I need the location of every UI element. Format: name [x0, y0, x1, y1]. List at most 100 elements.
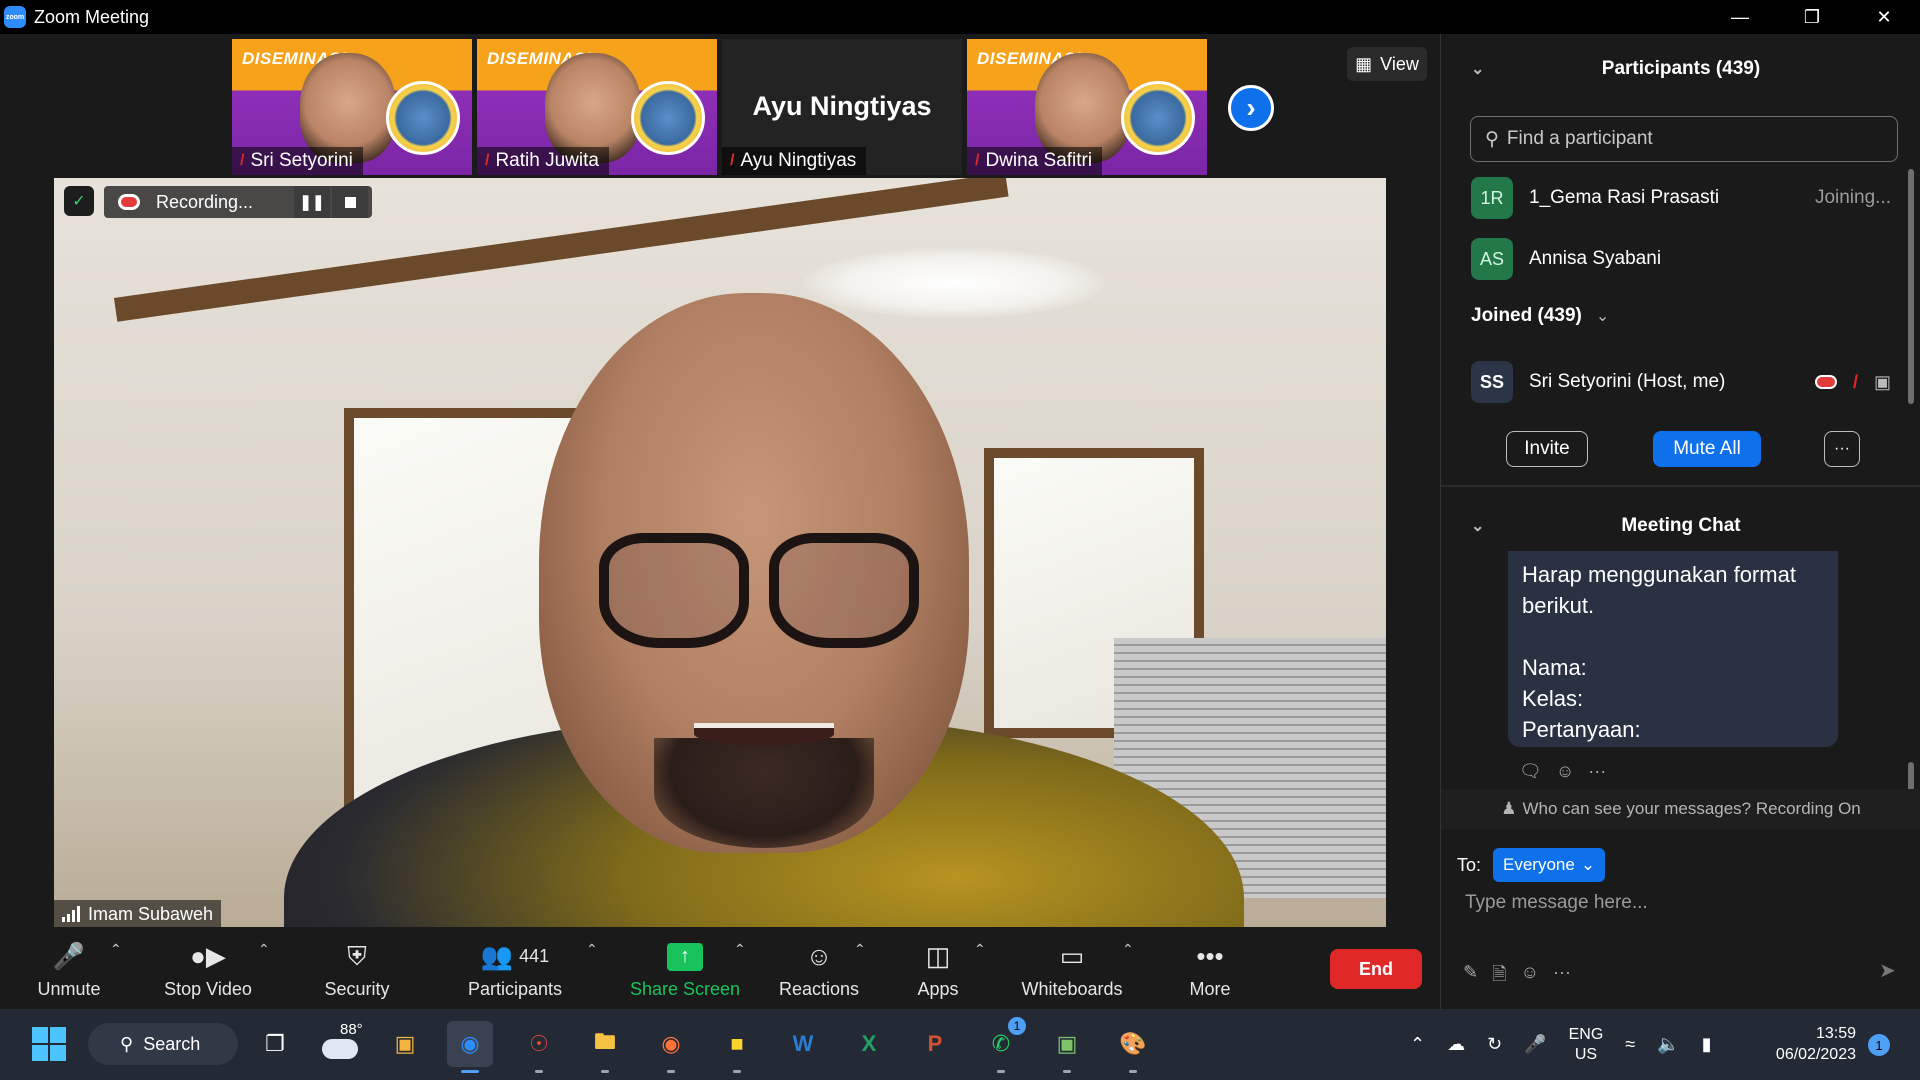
battery-icon[interactable]: ▮: [1702, 1034, 1712, 1055]
collapse-chevron-icon[interactable]: ⌄: [1471, 59, 1484, 79]
thumbnail-name: Dwina Safitri: [985, 150, 1093, 171]
file-icon[interactable]: 🗎: [1492, 962, 1506, 992]
participant-row[interactable]: AS Annisa Syabani: [1471, 234, 1891, 284]
send-icon[interactable]: ➤: [1879, 958, 1896, 983]
clock-time: 13:59: [1815, 1025, 1856, 1042]
search-icon: ⚲: [1485, 128, 1499, 150]
audio-options-caret-icon[interactable]: ⌃: [110, 941, 122, 958]
security-button[interactable]: ⛨ Security: [318, 927, 396, 1009]
clock-date: 06/02/2023: [1775, 1046, 1856, 1063]
format-text-icon[interactable]: ✎: [1463, 962, 1478, 992]
language-indicator[interactable]: ENG US: [1569, 1025, 1604, 1065]
weather-widget[interactable]: 88°: [318, 1021, 368, 1067]
participants-button[interactable]: 👥 441 Participants: [462, 927, 568, 1009]
share-screen-button[interactable]: ↑ Share Screen: [628, 927, 742, 1009]
participants-title: Participants (439): [1601, 58, 1761, 79]
end-meeting-button[interactable]: End: [1330, 949, 1422, 989]
apps-caret-icon[interactable]: ⌃: [974, 941, 986, 958]
stop-recording-button[interactable]: [332, 186, 368, 218]
onedrive-icon[interactable]: ☁: [1447, 1034, 1465, 1055]
reactions-button[interactable]: ☺ Reactions: [776, 927, 862, 1009]
chat-privacy-notice[interactable]: ♟ Who can see your messages? Recording O…: [1441, 789, 1920, 829]
apps-label: Apps: [917, 978, 959, 999]
task-view-button[interactable]: ❐: [252, 1021, 298, 1067]
volume-icon[interactable]: 🔈: [1657, 1034, 1679, 1055]
language-line1: ENG: [1568, 1025, 1604, 1043]
participant-thumbnail[interactable]: DISEMINASI / Ratih Juwita: [477, 39, 717, 175]
more-button[interactable]: ••• More: [1180, 927, 1240, 1009]
chevron-up-icon[interactable]: ⌃: [1410, 1034, 1425, 1055]
store-app[interactable]: ▣: [382, 1021, 428, 1067]
window-title: Zoom Meeting: [34, 6, 150, 27]
security-label: Security: [324, 978, 390, 999]
notification-badge[interactable]: 1: [1868, 1034, 1890, 1056]
whatsapp-badge: 1: [1008, 1017, 1026, 1035]
participants-caret-icon[interactable]: ⌃: [586, 941, 598, 958]
whiteboard-icon: ▭: [1059, 941, 1085, 971]
avatar: 1R: [1471, 177, 1513, 219]
pause-recording-button[interactable]: ❚❚: [294, 186, 330, 218]
add-reaction-icon[interactable]: ☺: [1556, 761, 1574, 782]
word-app[interactable]: W: [780, 1021, 826, 1067]
participant-row-host[interactable]: SS Sri Setyorini (Host, me) / ▣: [1471, 357, 1891, 407]
thumbnail-name: Sri Setyorini: [250, 150, 353, 171]
taskbar-clock[interactable]: 13:59 06/02/2023: [1760, 1023, 1856, 1065]
minimize-button[interactable]: —: [1704, 0, 1776, 34]
more-options-button[interactable]: ···: [1824, 431, 1860, 467]
share-options-caret-icon[interactable]: ⌃: [734, 941, 746, 958]
whiteboards-button[interactable]: ▭ Whiteboards: [1018, 927, 1126, 1009]
microphone-icon[interactable]: 🎤: [1524, 1034, 1546, 1055]
paint-app[interactable]: 🎨: [1110, 1021, 1156, 1073]
view-button[interactable]: ▦ View: [1347, 47, 1427, 81]
firefox-app[interactable]: ◉: [648, 1021, 694, 1073]
collapse-chevron-icon[interactable]: ⌄: [1471, 516, 1484, 536]
encryption-shield-icon[interactable]: ✓: [64, 186, 94, 216]
title-bar: zoom Zoom Meeting — ❐ ✕: [0, 0, 1920, 34]
restore-button[interactable]: ❐: [1776, 0, 1848, 34]
taskbar-search[interactable]: ⚲ Search: [88, 1023, 238, 1065]
chat-scrollbar[interactable]: [1908, 762, 1914, 792]
stop-video-button[interactable]: ●▶ Stop Video: [160, 927, 256, 1009]
more-dots-icon[interactable]: ···: [1553, 962, 1571, 992]
participant-thumbnail[interactable]: DISEMINASI / Sri Setyorini: [232, 39, 472, 175]
whiteboards-caret-icon[interactable]: ⌃: [1122, 941, 1134, 958]
apps-button[interactable]: ◫ Apps: [910, 927, 966, 1009]
chat-title: Meeting Chat: [1621, 515, 1741, 536]
chevron-down-icon: ⌄: [1595, 308, 1610, 325]
participant-row[interactable]: 1R 1_Gema Rasi Prasasti Joining...: [1471, 173, 1891, 223]
joined-section-header[interactable]: Joined (439) ⌄: [1471, 305, 1609, 327]
camera-icon[interactable]: ▣: [1874, 372, 1891, 393]
participants-scrollbar[interactable]: [1908, 169, 1914, 404]
video-options-caret-icon[interactable]: ⌃: [258, 941, 270, 958]
recipient-select[interactable]: Everyone ⌄: [1493, 848, 1606, 882]
event-logo: [386, 81, 460, 155]
start-button[interactable]: [26, 1021, 72, 1067]
participant-thumbnail[interactable]: Ayu Ningtiyas / Ayu Ningtiyas: [722, 39, 962, 175]
invite-button[interactable]: Invite: [1506, 431, 1588, 467]
chat-tools: ✎ 🗎 ☺ ···: [1463, 962, 1571, 992]
active-speaker-video[interactable]: ✓ Recording... ❚❚ Imam Subaweh: [54, 178, 1386, 928]
sticky-notes-app[interactable]: ■: [714, 1021, 760, 1073]
powerpoint-app[interactable]: P: [912, 1021, 958, 1067]
reactions-caret-icon[interactable]: ⌃: [854, 941, 866, 958]
android-app[interactable]: ▣: [1044, 1021, 1090, 1073]
wifi-icon[interactable]: ≈: [1625, 1034, 1635, 1055]
chat-message-input[interactable]: Type message here...: [1465, 892, 1648, 914]
zoom-app[interactable]: ◉: [447, 1021, 493, 1073]
close-button[interactable]: ✕: [1848, 0, 1920, 34]
emoji-icon[interactable]: ☺: [1521, 962, 1539, 992]
next-page-arrow-icon[interactable]: ›: [1228, 85, 1274, 131]
more-dots-icon[interactable]: ···: [1588, 761, 1606, 782]
file-explorer-app[interactable]: 🖿: [582, 1021, 628, 1073]
message-actions: 🗨 ☺ ···: [1519, 761, 1606, 782]
sync-icon[interactable]: ↻: [1487, 1034, 1502, 1055]
reply-icon[interactable]: 🗨: [1519, 761, 1542, 782]
participant-thumbnail[interactable]: DISEMINASI / Dwina Safitri: [967, 39, 1207, 175]
unmute-button[interactable]: 🎤 Unmute: [30, 927, 108, 1009]
chrome-app[interactable]: ☉: [516, 1021, 562, 1073]
mic-muted-icon[interactable]: /: [1853, 372, 1858, 393]
participant-search-input[interactable]: ⚲ Find a participant: [1470, 116, 1898, 162]
whatsapp-app[interactable]: ✆ 1: [978, 1017, 1026, 1073]
excel-app[interactable]: X: [846, 1021, 892, 1067]
mute-all-button[interactable]: Mute All: [1653, 431, 1761, 467]
